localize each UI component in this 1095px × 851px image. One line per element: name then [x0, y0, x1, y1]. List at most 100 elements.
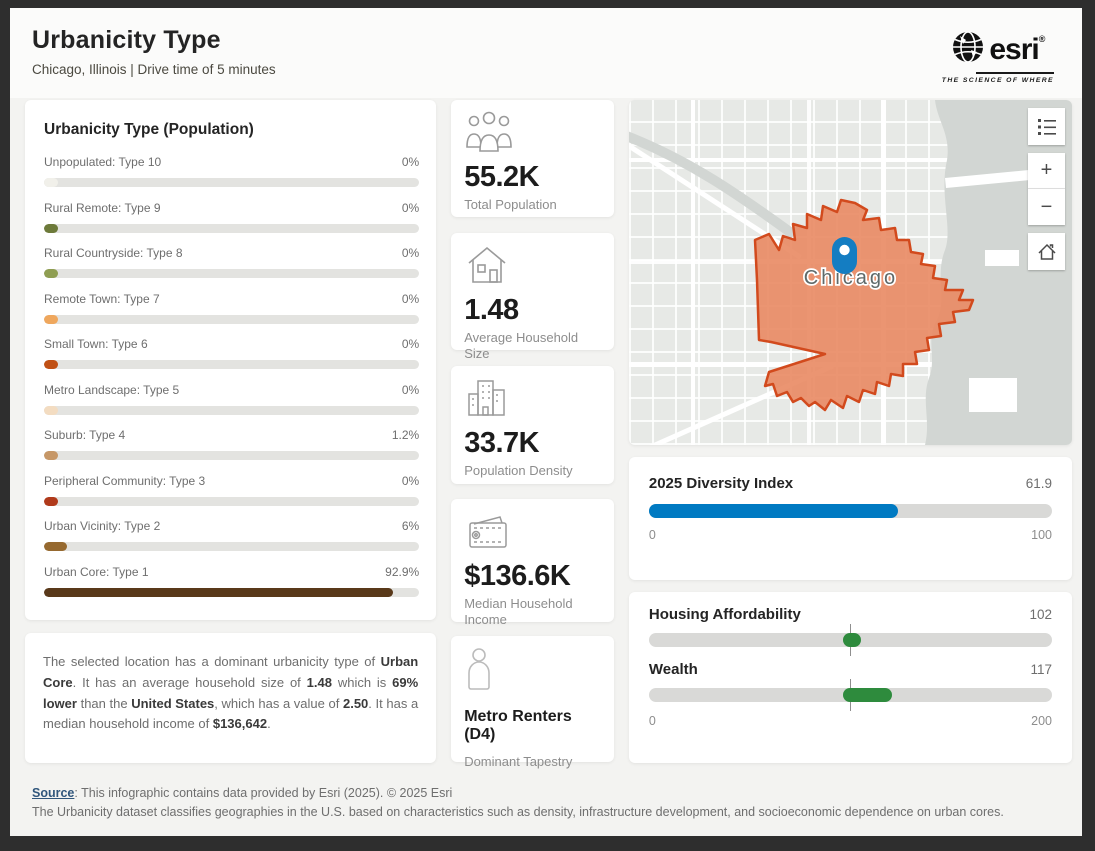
- bar-value: 6%: [402, 519, 419, 533]
- bar-label: Rural Remote: Type 9: [44, 201, 161, 215]
- diversity-index-panel: 2025 Diversity Index 61.9 0 100: [629, 457, 1072, 580]
- gauge-fill: [649, 504, 899, 518]
- people-icon: [464, 111, 601, 153]
- bar-track: [44, 497, 419, 506]
- bar-value: 0%: [402, 337, 419, 351]
- bar-fill: [44, 269, 58, 278]
- bar-value: 0%: [402, 155, 419, 169]
- right-column: Chicago + −: [629, 100, 1072, 763]
- urbanicity-panel: Urbanicity Type (Population) Unpopulated…: [25, 100, 436, 620]
- stat-value: $136.6K: [464, 560, 601, 593]
- urbanicity-bar-row: Small Town: Type 6 0%: [44, 337, 419, 369]
- header: Urbanicity Type Chicago, Illinois | Driv…: [10, 8, 1082, 98]
- bar-value: 0%: [402, 292, 419, 306]
- header-titles: Urbanicity Type Chicago, Illinois | Driv…: [32, 26, 276, 77]
- urbanicity-bar-row: Peripheral Community: Type 3 0%: [44, 474, 419, 506]
- gauge-value: 102: [1029, 607, 1052, 622]
- urbanicity-bar-row: Remote Town: Type 7 0%: [44, 292, 419, 324]
- bar-fill: [44, 588, 393, 597]
- stat-label: Total Population: [464, 197, 601, 213]
- gauge-value: 117: [1030, 662, 1052, 677]
- bar-track: [44, 588, 419, 597]
- urbanicity-bar-row: Suburb: Type 4 1.2%: [44, 428, 419, 460]
- map-zoom-in-button[interactable]: +: [1028, 153, 1065, 189]
- stat-value: 1.48: [464, 294, 601, 327]
- gauge-track: [649, 504, 1052, 518]
- map-zoom-out-button[interactable]: −: [1028, 189, 1065, 225]
- stat-card-household-size: 1.48 Average Household Size: [451, 233, 614, 350]
- house-icon: [464, 244, 601, 286]
- gauge-title: 2025 Diversity Index: [649, 475, 793, 492]
- bar-track: [44, 406, 419, 415]
- stat-card-median-income: $136.6K Median Household Income: [451, 499, 614, 622]
- bar-track: [44, 224, 419, 233]
- bar-fill: [44, 224, 58, 233]
- gauge-track: [649, 633, 1052, 647]
- bar-value: 92.9%: [385, 565, 419, 579]
- person-icon: [464, 647, 601, 696]
- urbanicity-bar-row: Urban Core: Type 1 92.9%: [44, 565, 419, 597]
- gauge-value: 61.9: [1026, 476, 1052, 491]
- main-content: Urbanicity Type (Population) Unpopulated…: [10, 98, 1082, 763]
- esri-wordmark: esri®: [989, 35, 1044, 65]
- infographic-page: Urbanicity Type Chicago, Illinois | Driv…: [10, 8, 1082, 836]
- gauge-max: 100: [1031, 528, 1052, 542]
- urbanicity-bar-row: Unpopulated: Type 100%: [44, 155, 419, 187]
- bar-label: Small Town: Type 6: [44, 337, 148, 351]
- bar-label: Peripheral Community: Type 3: [44, 474, 205, 488]
- window-frame: Urbanicity Type Chicago, Illinois | Driv…: [0, 0, 1095, 851]
- bar-track: [44, 269, 419, 278]
- logo-divider: [976, 72, 1054, 74]
- tapestry-label: Dominant Tapestry: [464, 754, 601, 769]
- legend-list-icon: [1037, 117, 1057, 137]
- bar-track: [44, 542, 419, 551]
- map-home-button[interactable]: [1028, 233, 1065, 270]
- map-landfill-block: [969, 378, 1017, 412]
- building-icon: [464, 377, 601, 419]
- stat-card-population-density: 33.7K Population Density: [451, 366, 614, 484]
- bar-label: Urban Vicinity: Type 2: [44, 519, 160, 533]
- stat-value: 33.7K: [464, 427, 601, 460]
- stat-label: Median Household Income: [464, 596, 601, 627]
- esri-globe-icon: [951, 30, 985, 69]
- stat-value: 55.2K: [464, 161, 601, 194]
- wallet-icon: [464, 510, 601, 552]
- stat-label: Population Density: [464, 463, 601, 479]
- stat-label: Average Household Size: [464, 330, 601, 361]
- bar-value: 0%: [402, 383, 419, 397]
- gauge-min: 0: [649, 528, 656, 542]
- bar-track: [44, 315, 419, 324]
- summary-panel: The selected location has a dominant urb…: [25, 633, 436, 763]
- stats-column: 55.2K Total Population 1.48 Average Hous…: [451, 100, 614, 763]
- gauge-pill: [843, 633, 861, 647]
- bar-track: [44, 360, 419, 369]
- bar-label: Suburb: Type 4: [44, 428, 125, 442]
- gauge-title: Wealth: [649, 661, 698, 678]
- bar-fill: [44, 451, 58, 460]
- bar-fill: [44, 178, 58, 187]
- urbanicity-bar-row: Urban Vicinity: Type 2 6%: [44, 519, 419, 551]
- footer-source-line: Source: This infographic contains data p…: [32, 784, 1062, 803]
- bar-track: [44, 178, 419, 187]
- footer: Source: This infographic contains data p…: [10, 763, 1082, 823]
- page-subtitle: Chicago, Illinois | Drive time of 5 minu…: [32, 62, 276, 77]
- gauge-title: Housing Affordability: [649, 606, 801, 623]
- gauge-track: [649, 688, 1052, 702]
- bar-label: Urban Core: Type 1: [44, 565, 149, 579]
- tapestry-card: Metro Renters (D4) Dominant Tapestry: [451, 636, 614, 762]
- bar-value: 1.2%: [392, 428, 419, 442]
- left-column: Urbanicity Type (Population) Unpopulated…: [25, 100, 436, 763]
- bar-label: Remote Town: Type 7: [44, 292, 160, 306]
- housing-wealth-panel: Housing Affordability 102 Wealth 117: [629, 592, 1072, 763]
- source-link[interactable]: Source: [32, 786, 74, 800]
- page-title: Urbanicity Type: [32, 26, 276, 55]
- bar-value: 0%: [402, 201, 419, 215]
- bar-track: [44, 451, 419, 460]
- bar-fill: [44, 406, 58, 415]
- map-canvas[interactable]: Chicago + −: [629, 100, 1072, 445]
- bar-fill: [44, 315, 58, 324]
- map-legend-button[interactable]: [1028, 108, 1065, 145]
- footer-source-text: : This infographic contains data provide…: [74, 786, 452, 800]
- stat-card-total-population: 55.2K Total Population: [451, 100, 614, 217]
- bar-value: 0%: [402, 474, 419, 488]
